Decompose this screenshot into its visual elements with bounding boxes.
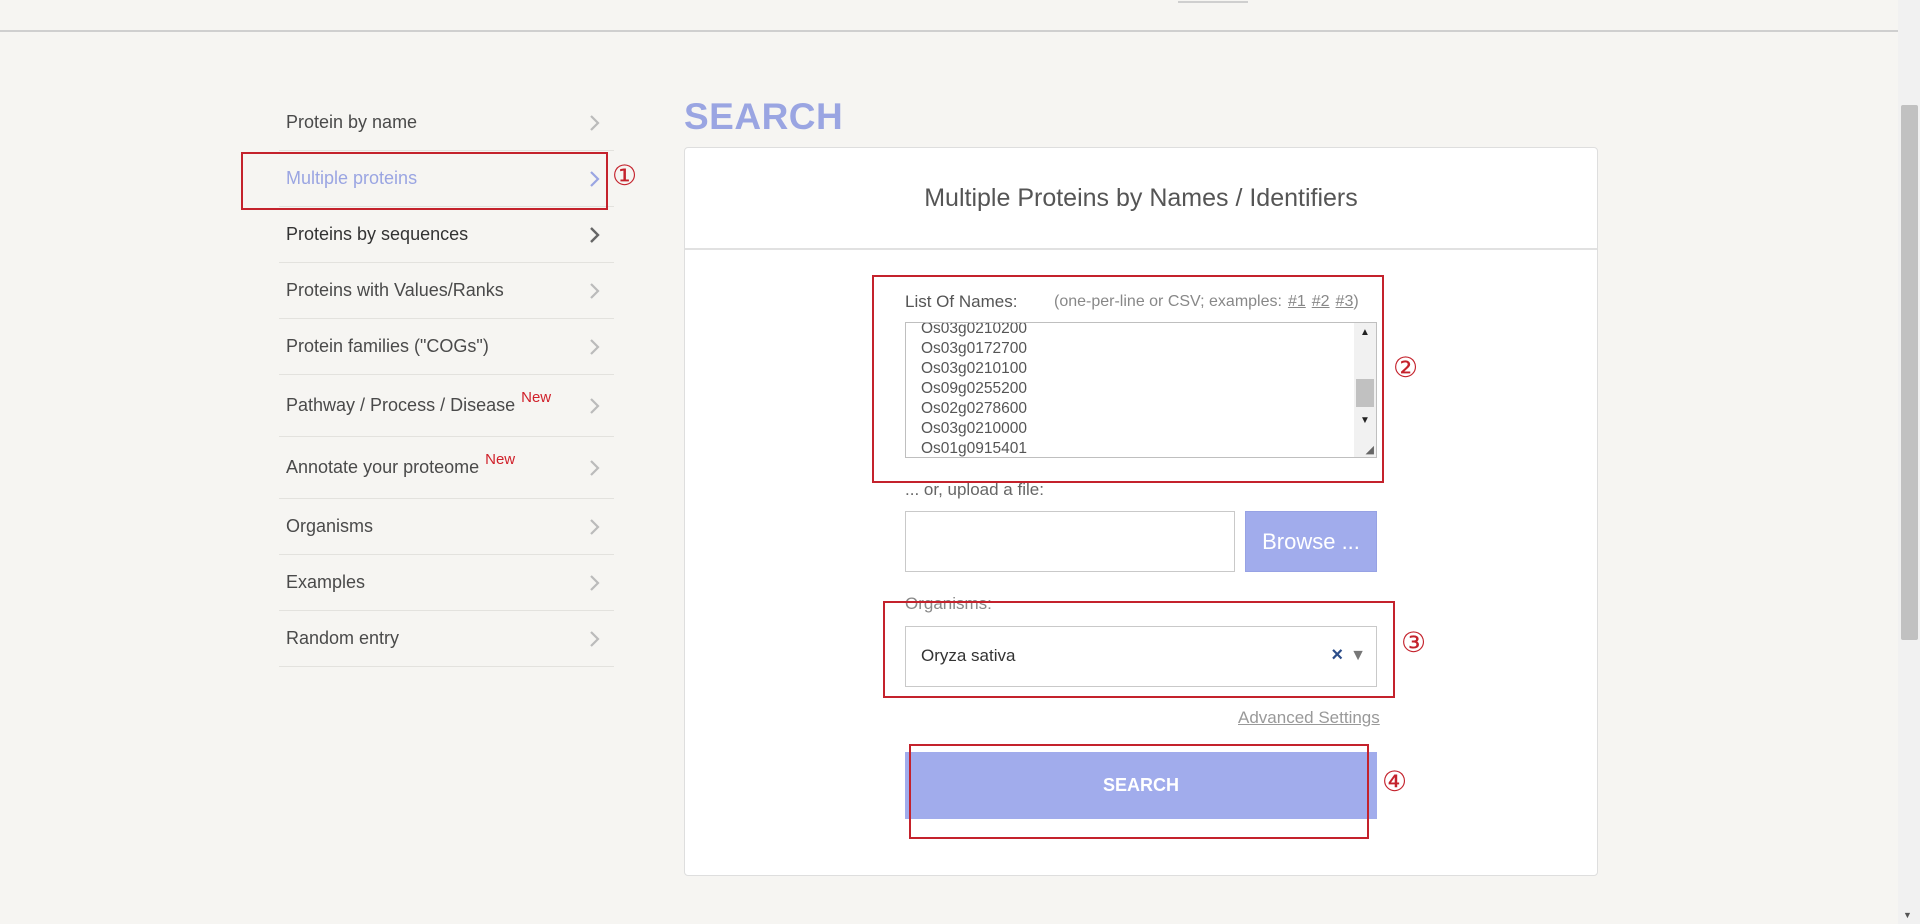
page-title: SEARCH [684, 96, 844, 137]
sidebar-item-label: Annotate your proteome [286, 457, 480, 477]
new-badge: New [485, 451, 516, 468]
annotation-box-4 [909, 744, 1369, 839]
annotation-number-2: ② [1393, 351, 1419, 384]
sidebar-item-label: Proteins with Values/Ranks [286, 280, 504, 300]
sidebar-item-label: Random entry [286, 628, 400, 648]
sidebar-item-random-entry[interactable]: Random entry [279, 611, 614, 667]
panel-title: Multiple Proteins by Names / Identifiers [685, 148, 1597, 250]
top-bar [0, 0, 1898, 32]
sidebar-item-label: Proteins by sequences [286, 224, 469, 244]
annotation-number-1: ① [612, 159, 638, 192]
chevron-right-icon [584, 573, 604, 593]
sidebar-item-proteins-by-sequences[interactable]: Proteins by sequences [279, 207, 614, 263]
advanced-settings-link[interactable]: Advanced Settings [1238, 708, 1380, 728]
annotation-number-3: ③ [1401, 626, 1427, 659]
annotation-box-2 [872, 275, 1384, 483]
chevron-right-icon [584, 458, 604, 478]
sidebar-item-label: Protein by name [286, 112, 418, 132]
sidebar-item-organisms[interactable]: Organisms [279, 499, 614, 555]
chevron-right-icon [584, 337, 604, 357]
sidebar-item-protein-by-name[interactable]: Protein by name [279, 95, 614, 151]
chevron-right-icon [584, 629, 604, 649]
page-scrollbar-thumb[interactable] [1901, 105, 1918, 640]
chevron-right-icon [584, 396, 604, 416]
chevron-right-icon [584, 225, 604, 245]
sidebar-item-pathway[interactable]: Pathway / Process / Disease New [279, 375, 614, 437]
sidebar-item-label: Pathway / Process / Disease [286, 395, 516, 415]
sidebar-item-label: Protein families ("COGs") [286, 336, 489, 356]
chevron-right-icon [584, 281, 604, 301]
new-badge: New [521, 389, 552, 406]
upload-label: ... or, upload a file: [905, 480, 1044, 499]
sidebar-item-label: Organisms [286, 516, 374, 536]
browse-button[interactable]: Browse ... [1245, 511, 1377, 572]
sidebar-item-examples[interactable]: Examples [279, 555, 614, 611]
sidebar-item-proteins-with-values[interactable]: Proteins with Values/Ranks [279, 263, 614, 319]
tab-indicator [1178, 0, 1248, 3]
annotation-box-3 [883, 601, 1395, 698]
scroll-down-icon[interactable]: ▼ [1903, 910, 1912, 920]
chevron-right-icon [584, 113, 604, 133]
sidebar-item-label: Examples [286, 572, 366, 592]
annotation-box-1 [241, 152, 608, 210]
annotation-number-4: ④ [1382, 765, 1408, 798]
sidebar-item-protein-families[interactable]: Protein families ("COGs") [279, 319, 614, 375]
file-input[interactable] [905, 511, 1235, 572]
sidebar-item-annotate-proteome[interactable]: Annotate your proteome New [279, 437, 614, 499]
page-scrollbar[interactable]: ▼ [1898, 0, 1920, 924]
chevron-right-icon [584, 517, 604, 537]
